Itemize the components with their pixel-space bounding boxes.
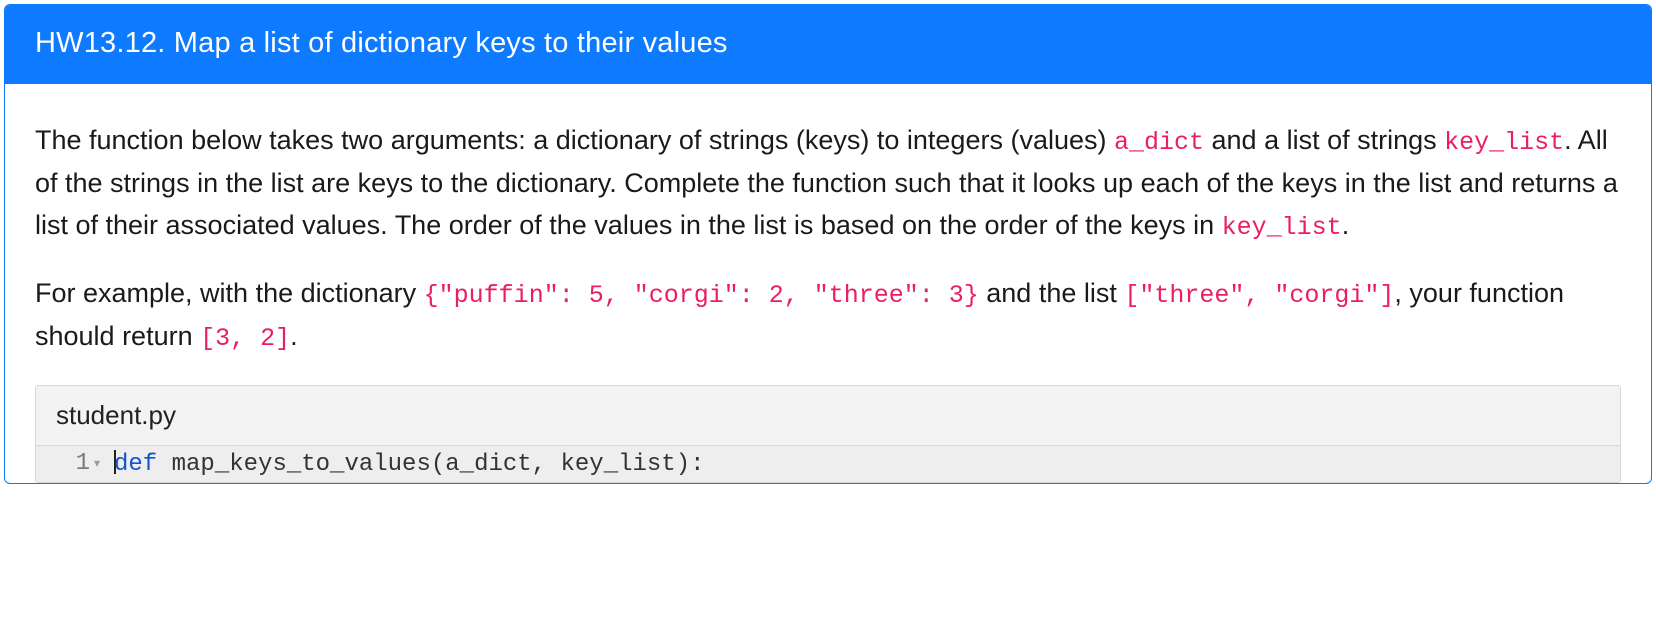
text-fragment: The function below takes two arguments: … [35, 125, 1114, 155]
text-fragment: and a list of strings [1204, 125, 1444, 155]
code-return-example: [3, 2] [200, 324, 290, 353]
text-fragment: For example, with the dictionary [35, 278, 424, 308]
question-body: The function below takes two arguments: … [5, 84, 1651, 483]
text-fragment: and the list [979, 278, 1125, 308]
editor-area[interactable]: 1 ▾ def map_keys_to_values(a_dict, key_l… [36, 446, 1620, 482]
editor-filename-tab[interactable]: student.py [36, 386, 1620, 446]
code-key-list-2: key_list [1222, 213, 1342, 242]
question-description: The function below takes two arguments: … [35, 120, 1621, 359]
keyword-def: def [114, 451, 157, 478]
description-paragraph-1: The function below takes two arguments: … [35, 120, 1621, 247]
code-a-dict: a_dict [1114, 128, 1204, 157]
code-list-example: ["three", "corgi"] [1124, 281, 1394, 310]
line-number: 1 [76, 450, 90, 477]
filename-label: student.py [56, 400, 176, 430]
description-paragraph-2: For example, with the dictionary {"puffi… [35, 273, 1621, 359]
editor-gutter: 1 ▾ [36, 446, 106, 482]
fold-arrow-icon[interactable]: ▾ [94, 458, 100, 470]
question-header: HW13.12. Map a list of dictionary keys t… [5, 5, 1651, 84]
code-key-list: key_list [1444, 128, 1564, 157]
text-fragment: . [1342, 210, 1350, 240]
code-editor: student.py 1 ▾ def map_keys_to_values(a_… [35, 385, 1621, 483]
question-card: HW13.12. Map a list of dictionary keys t… [4, 4, 1652, 484]
question-title: HW13.12. Map a list of dictionary keys t… [35, 27, 728, 59]
code-dict-example: {"puffin": 5, "corgi": 2, "three": 3} [424, 281, 979, 310]
code-text: map_keys_to_values(a_dict, key_list): [157, 451, 704, 478]
text-fragment: . [290, 321, 298, 351]
code-line-1[interactable]: def map_keys_to_values(a_dict, key_list)… [106, 446, 1620, 482]
